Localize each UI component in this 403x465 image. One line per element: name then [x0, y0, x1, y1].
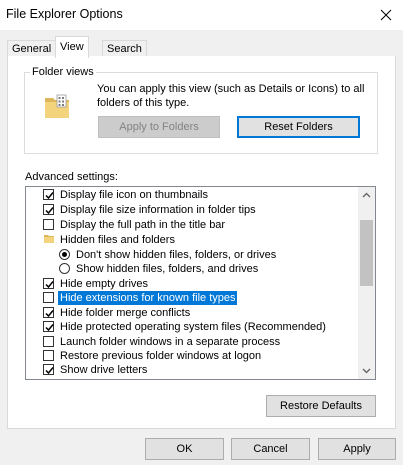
apply-button[interactable]: Apply — [318, 438, 396, 460]
ok-label: OK — [176, 443, 193, 455]
checkbox-unchecked[interactable] — [43, 219, 54, 230]
reset-folders-label: Reset Folders — [264, 121, 333, 133]
setting-label: Don't show hidden files, folders, or dri… — [76, 249, 277, 261]
checkbox-checked[interactable] — [43, 364, 54, 375]
setting-label: Display file icon on thumbnails — [60, 189, 208, 201]
advanced-settings-label: Advanced settings: — [25, 171, 118, 183]
scroll-up-button[interactable] — [358, 187, 375, 204]
tab-general-label: General — [12, 43, 52, 55]
setting-label: Show hidden files, folders, and drives — [76, 263, 259, 275]
setting-label: Hide empty drives — [60, 278, 149, 290]
restore-defaults-label: Restore Defaults — [280, 400, 362, 412]
close-icon — [380, 9, 392, 21]
checkbox-checked[interactable] — [43, 307, 54, 318]
tab-view[interactable]: View — [55, 36, 89, 58]
apply-to-folders-label: Apply to Folders — [119, 121, 199, 133]
tab-search-label: Search — [107, 43, 142, 55]
title-bar: File Explorer Options — [0, 0, 403, 30]
checkbox-checked[interactable] — [43, 278, 54, 289]
checkbox-checked[interactable] — [43, 189, 54, 200]
chevron-up-icon — [362, 192, 371, 198]
cancel-label: Cancel — [253, 443, 288, 455]
setting-label: Display the full path in the title bar — [60, 219, 226, 231]
checkbox-unchecked[interactable] — [43, 350, 54, 361]
setting-label: Show drive letters — [60, 364, 148, 376]
checkbox-checked[interactable] — [43, 204, 54, 215]
radio-unselected[interactable] — [59, 263, 70, 274]
window-title: File Explorer Options — [6, 7, 123, 21]
tab-general[interactable]: General — [7, 40, 57, 57]
advanced-settings-tree[interactable]: Display file icon on thumbnails Display … — [25, 186, 376, 380]
scroll-down-button[interactable] — [358, 362, 375, 379]
folder-icon — [43, 233, 55, 245]
setting-label: Hidden files and folders — [60, 234, 175, 246]
tab-view-label: View — [60, 41, 84, 53]
folder-views-label: Folder views — [30, 66, 96, 78]
apply-label: Apply — [343, 443, 371, 455]
folder-views-icon — [42, 92, 72, 122]
folder-views-description: You can apply this view (such as Details… — [97, 83, 365, 109]
chevron-down-icon — [362, 368, 371, 374]
tab-search[interactable]: Search — [102, 40, 147, 57]
setting-label: Restore previous folder windows at logon — [60, 350, 262, 362]
close-button[interactable] — [374, 3, 398, 27]
ok-button[interactable]: OK — [145, 438, 224, 460]
setting-label: Hide folder merge conflicts — [60, 307, 191, 319]
vertical-scrollbar[interactable] — [358, 187, 375, 379]
checkbox-unchecked[interactable] — [43, 292, 54, 303]
setting-label-selected: Hide extensions for known file types — [58, 291, 238, 305]
restore-defaults-button[interactable]: Restore Defaults — [266, 395, 376, 417]
setting-label: Display file size information in folder … — [60, 204, 256, 216]
cancel-button[interactable]: Cancel — [231, 438, 310, 460]
setting-label: Hide protected operating system files (R… — [60, 321, 326, 333]
apply-to-folders-button[interactable]: Apply to Folders — [98, 116, 220, 138]
setting-label: Launch folder windows in a separate proc… — [60, 336, 281, 348]
radio-selected[interactable] — [59, 249, 70, 260]
radio-dot — [62, 252, 67, 257]
checkbox-unchecked[interactable] — [43, 336, 54, 347]
reset-folders-button[interactable]: Reset Folders — [237, 116, 360, 138]
scroll-thumb[interactable] — [360, 220, 373, 286]
checkbox-checked[interactable] — [43, 321, 54, 332]
